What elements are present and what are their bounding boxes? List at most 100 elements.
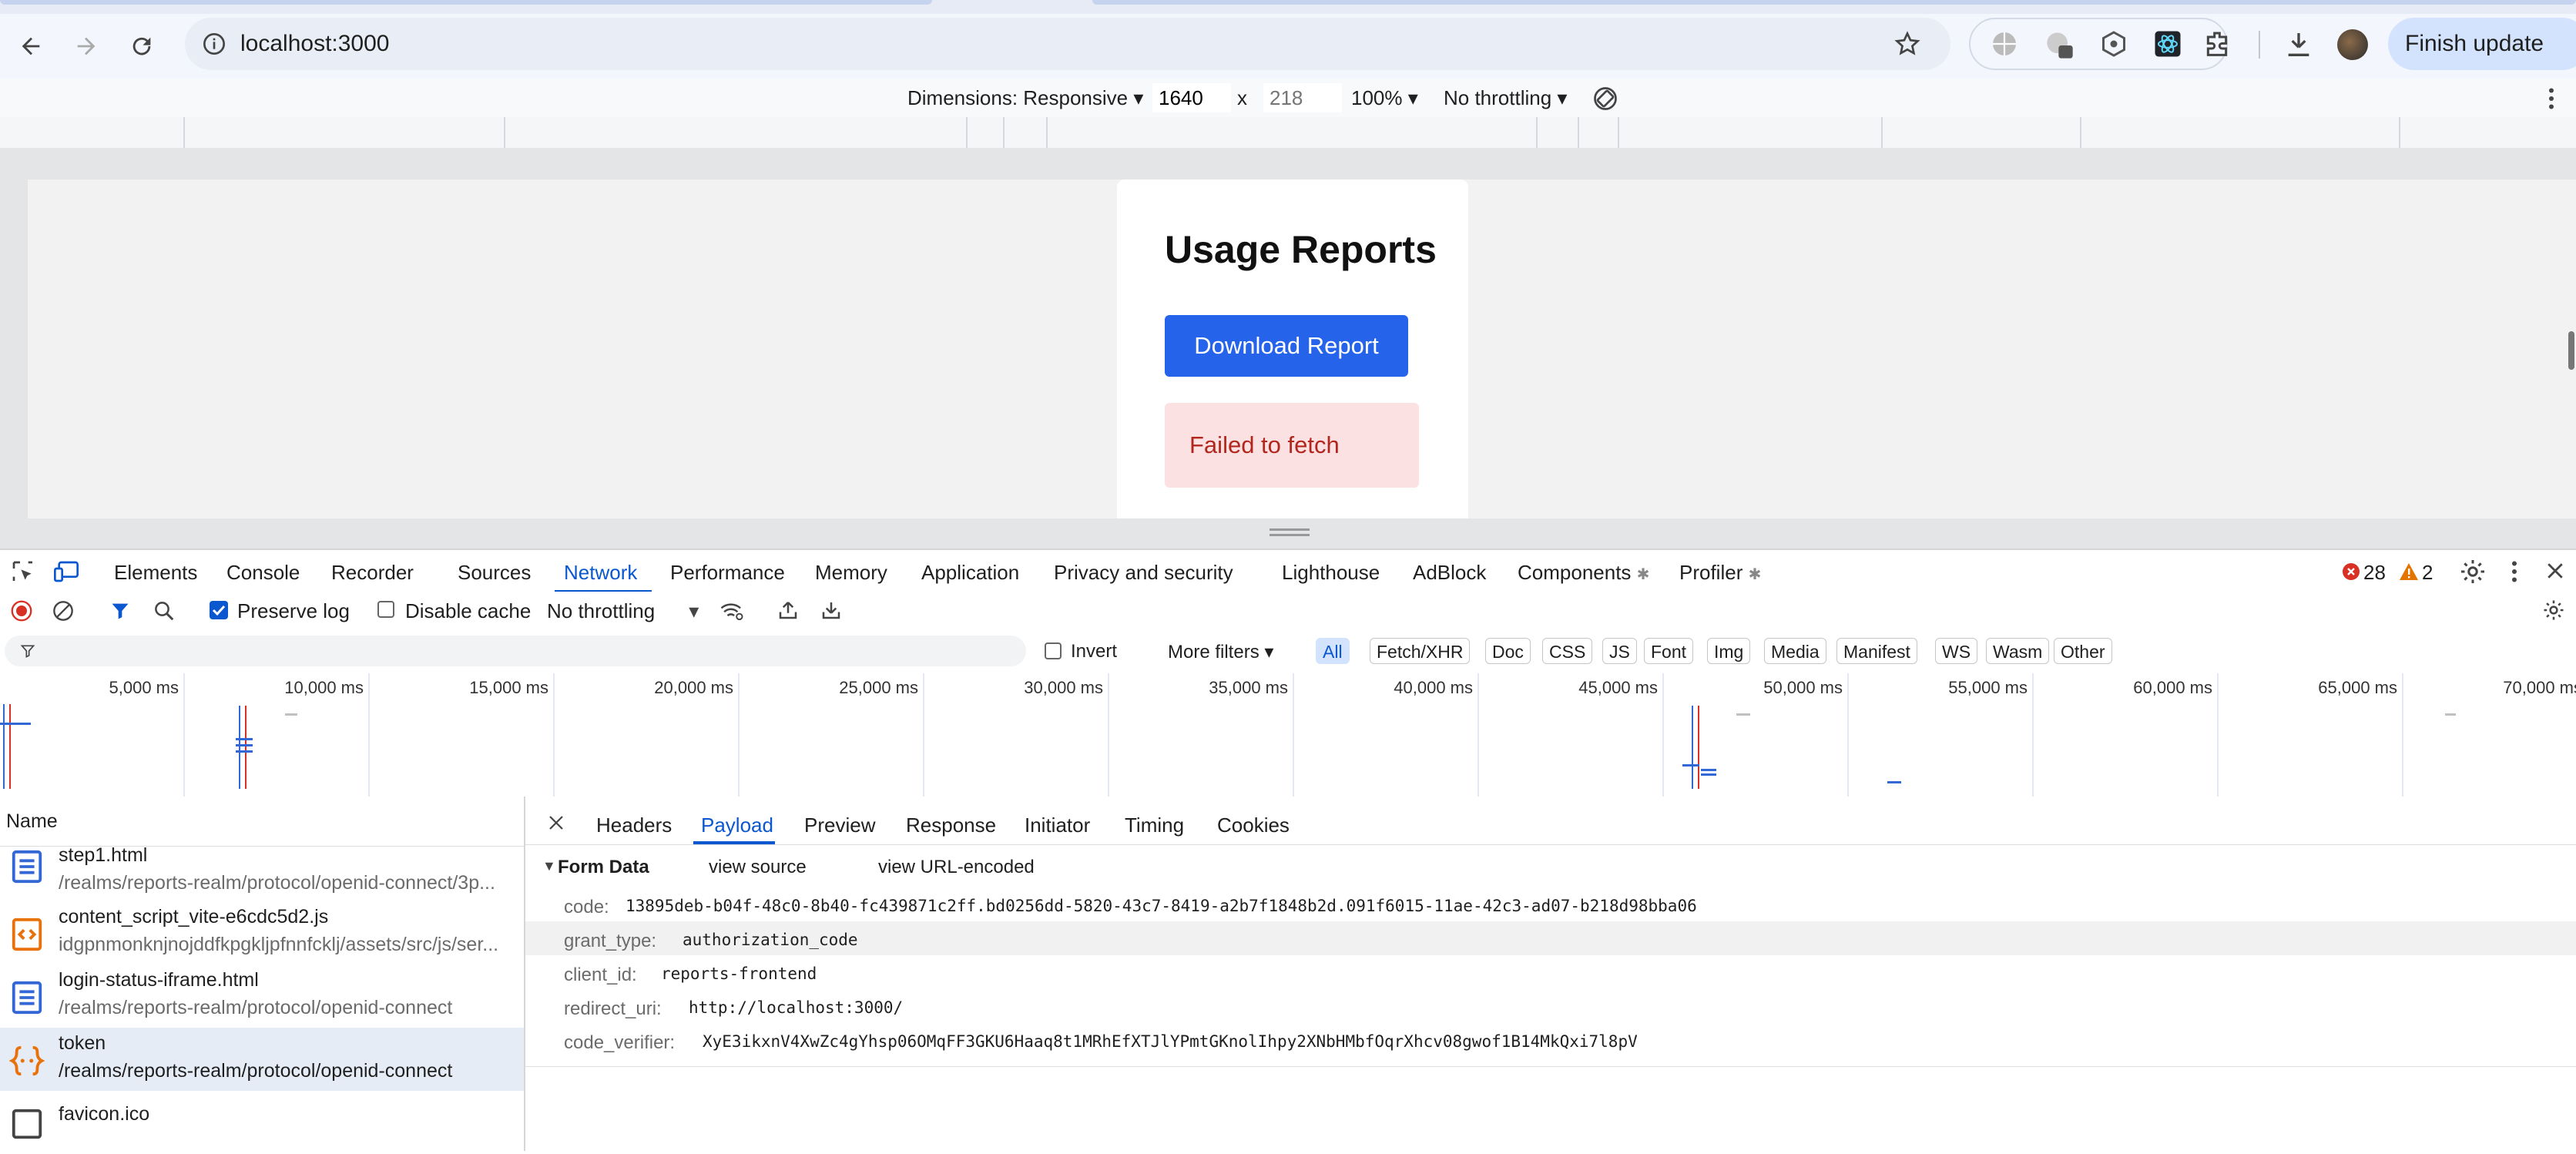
inspect-element-icon[interactable] — [11, 559, 35, 584]
address-bar[interactable]: localhost:3000 — [185, 18, 1950, 70]
download-report-button[interactable]: Download Report — [1165, 315, 1408, 377]
detail-tab-cookies[interactable]: Cookies — [1217, 814, 1290, 837]
tab-profiler[interactable]: Profiler ✱ — [1679, 561, 1761, 585]
form-data-section-header[interactable]: ▼ Form Data view source view URL-encoded — [525, 852, 2576, 883]
tab[interactable] — [0, 0, 932, 5]
settings-gear-icon[interactable] — [2459, 558, 2487, 585]
request-list-header[interactable]: Name — [0, 797, 524, 847]
filter-js[interactable]: JS — [1602, 638, 1637, 664]
hexagon-extension-icon[interactable] — [2100, 30, 2128, 58]
preserve-log-checkbox[interactable] — [210, 601, 228, 619]
request-row-selected[interactable]: token /realms/reports-realm/protocol/ope… — [0, 1028, 524, 1091]
viewport-scrollbar[interactable] — [2568, 331, 2574, 370]
forward-button[interactable] — [63, 23, 109, 69]
invert-label: Invert — [1071, 641, 1118, 662]
stop-recording-icon[interactable] — [11, 600, 32, 622]
form-field-key: client_id: — [564, 964, 637, 985]
rotate-icon[interactable] — [1592, 85, 1619, 112]
detail-tab-response[interactable]: Response — [906, 814, 996, 837]
tab-recorder[interactable]: Recorder — [331, 561, 414, 585]
disable-cache-checkbox[interactable] — [377, 601, 394, 618]
back-button[interactable] — [8, 23, 54, 69]
invert-checkbox[interactable] — [1045, 642, 1062, 659]
warning-count[interactable]: 2 — [2422, 561, 2433, 585]
filter-font[interactable]: Font — [1644, 638, 1694, 664]
search-icon[interactable] — [153, 599, 176, 622]
tab-lighthouse[interactable]: Lighthouse — [1282, 561, 1380, 585]
resize-handle-icon[interactable] — [1270, 527, 1310, 538]
tab-privacy-security[interactable]: Privacy and security — [1054, 561, 1233, 585]
request-row[interactable]: step1.html /realms/reports-realm/protoco… — [0, 844, 524, 894]
tab-network[interactable]: Network — [564, 561, 637, 585]
tab-components[interactable]: Components ✱ — [1518, 561, 1649, 585]
request-row[interactable]: favicon.ico — [0, 1091, 524, 1154]
view-url-encoded-link[interactable]: view URL-encoded — [878, 857, 1035, 878]
filter-icon[interactable] — [109, 600, 131, 622]
filter-img[interactable]: Img — [1707, 638, 1751, 664]
error-count[interactable]: 28 — [2363, 561, 2386, 585]
filter-fetch-xhr[interactable]: Fetch/XHR — [1370, 638, 1471, 664]
tab[interactable] — [1092, 0, 2576, 5]
timeline-gridline — [2032, 673, 2034, 797]
export-har-icon[interactable] — [820, 599, 843, 622]
react-devtools-icon[interactable] — [2154, 30, 2182, 58]
filter-css[interactable]: CSS — [1542, 638, 1593, 664]
filter-ws[interactable]: WS — [1935, 638, 1978, 664]
filter-wasm[interactable]: Wasm — [1986, 638, 2050, 664]
reports-card: Usage Reports Download Report Failed to … — [1117, 179, 1468, 518]
clear-icon[interactable] — [52, 600, 74, 622]
gear-small-icon: ✱ — [1748, 566, 1762, 583]
tab-performance[interactable]: Performance — [670, 561, 785, 585]
view-source-link[interactable]: view source — [709, 857, 807, 878]
form-field-key: code_verifier: — [564, 1032, 676, 1053]
request-row[interactable]: content_script_vite-e6cdc5d2.js idgpnmon… — [0, 901, 524, 964]
tab-elements[interactable]: Elements — [114, 561, 197, 585]
width-input[interactable] — [1152, 83, 1231, 112]
tab-adblock[interactable]: AdBlock — [1413, 561, 1486, 585]
close-details-icon[interactable] — [547, 814, 565, 832]
finish-update-button[interactable]: Finish update — [2388, 18, 2576, 70]
network-settings-icon[interactable] — [2542, 599, 2565, 622]
extension-badge-icon[interactable] — [2044, 30, 2075, 61]
filter-manifest[interactable]: Manifest — [1836, 638, 1917, 664]
more-filters-dropdown[interactable]: More filters ▾ — [1168, 641, 1273, 663]
profile-avatar[interactable] — [2337, 29, 2368, 60]
filter-input[interactable] — [5, 636, 1026, 666]
filter-other[interactable]: Other — [2054, 638, 2112, 664]
device-toggle-icon[interactable] — [52, 559, 80, 584]
detail-tab-timing[interactable]: Timing — [1125, 814, 1184, 837]
bookmark-star-icon[interactable] — [1893, 30, 1921, 58]
device-throttling-dropdown[interactable]: No throttling ▾ — [1444, 86, 1567, 110]
devtools-menu-icon[interactable] — [2508, 558, 2521, 585]
request-row[interactable]: login-status-iframe.html /realms/reports… — [0, 964, 524, 1028]
tab-application[interactable]: Application — [921, 561, 1019, 585]
tab-sources[interactable]: Sources — [458, 561, 531, 585]
tab-console[interactable]: Console — [226, 561, 300, 585]
active-detail-tab-indicator — [693, 841, 775, 844]
reload-button[interactable] — [119, 23, 165, 69]
zoom-value: 100% — [1351, 86, 1403, 109]
detail-tab-initiator[interactable]: Initiator — [1025, 814, 1090, 837]
network-throttling-dropdown[interactable]: No throttling ▾ — [547, 599, 699, 623]
globe-extension-icon[interactable] — [1991, 30, 2018, 58]
dimensions-dropdown[interactable]: Dimensions: Responsive ▾ — [907, 86, 1143, 110]
tab-memory[interactable]: Memory — [815, 561, 887, 585]
timeline-label: 5,000 ms — [109, 678, 179, 697]
filter-media[interactable]: Media — [1764, 638, 1826, 664]
network-conditions-icon[interactable] — [719, 599, 744, 622]
close-devtools-icon[interactable] — [2544, 559, 2567, 582]
detail-tab-headers[interactable]: Headers — [596, 814, 672, 837]
download-icon[interactable] — [2283, 29, 2314, 60]
filter-doc[interactable]: Doc — [1485, 638, 1531, 664]
filter-all[interactable]: All — [1316, 638, 1350, 664]
request-name: token — [59, 1032, 106, 1054]
more-options-icon[interactable] — [2544, 85, 2559, 112]
puzzle-extensions-icon[interactable] — [2202, 29, 2232, 60]
page-title: Usage Reports — [1165, 228, 1437, 271]
detail-tab-preview[interactable]: Preview — [804, 814, 875, 837]
import-har-icon[interactable] — [776, 599, 800, 622]
zoom-dropdown[interactable]: 100% ▾ — [1351, 86, 1418, 110]
height-input[interactable] — [1263, 83, 1342, 112]
network-overview-timeline[interactable]: 5,000 ms 10,000 ms 15,000 ms 20,000 ms 25,00… — [0, 673, 2576, 798]
detail-tab-payload[interactable]: Payload — [701, 814, 773, 837]
